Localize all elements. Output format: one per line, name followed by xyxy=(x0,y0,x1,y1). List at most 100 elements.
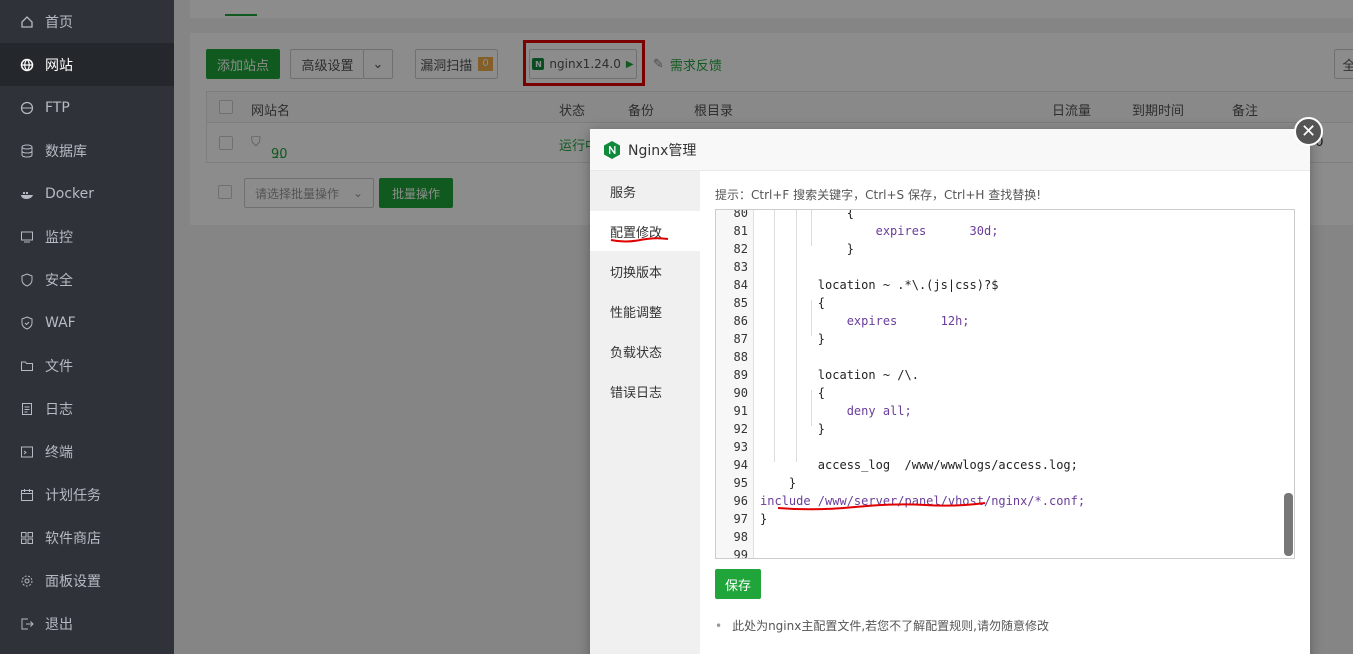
code-text: { xyxy=(760,296,826,310)
indent-guide xyxy=(811,390,812,426)
terminal-icon xyxy=(20,445,34,459)
dialog-tab-2[interactable]: 切换版本 xyxy=(590,251,700,291)
sidebar-item-label: Docker xyxy=(45,185,95,202)
line-number: 81 xyxy=(733,224,748,238)
code-line: 83 xyxy=(716,258,1294,276)
sidebar-item-label: 文件 xyxy=(45,358,73,375)
code-line: 84 location ~ .*\.(js|css)?$ xyxy=(716,276,1294,294)
line-number: 93 xyxy=(733,440,748,454)
sidebar-item-label: 日志 xyxy=(45,401,73,418)
sidebar-item-label: 安全 xyxy=(45,272,73,289)
line-number: 95 xyxy=(733,476,748,490)
sidebar-item-11[interactable]: 计划任务 xyxy=(0,473,174,516)
code-text: } xyxy=(760,332,826,346)
sidebar-item-13[interactable]: 面板设置 xyxy=(0,559,174,602)
sidebar-item-label: 面板设置 xyxy=(45,573,101,590)
code-text: access_log /www/wwwlogs/access.log; xyxy=(760,458,1078,472)
line-number: 86 xyxy=(733,314,748,328)
code-line: 87 } xyxy=(716,330,1294,348)
sidebar-item-7[interactable]: WAF xyxy=(0,301,174,344)
indent-guide xyxy=(796,210,797,462)
log-icon xyxy=(20,402,34,416)
shield-icon xyxy=(20,272,34,287)
code-text: location ~ /\. xyxy=(760,368,919,382)
code-line: 80 { xyxy=(716,209,1294,222)
home-icon xyxy=(20,15,34,29)
dialog-tab-3[interactable]: 性能调整 xyxy=(590,291,700,331)
dialog-tab-1[interactable]: 配置修改 xyxy=(590,211,700,251)
sidebar: 首页网站 FTP 数据库 Docker 监控安全 WAF 文件日志终端计划任务软件商店面板设… xyxy=(0,0,174,654)
globe-icon xyxy=(20,58,34,72)
folder-icon xyxy=(20,359,34,373)
sidebar-item-label: 监控 xyxy=(45,229,73,246)
line-number: 87 xyxy=(733,332,748,346)
save-button[interactable]: 保存 xyxy=(715,569,761,599)
sidebar-item-1[interactable]: 网站 xyxy=(0,43,174,86)
ftp-icon xyxy=(20,101,34,115)
code-text: } xyxy=(760,512,768,526)
code-line: 81 expires 30d; xyxy=(716,222,1294,240)
code-text: expires 12h; xyxy=(760,314,970,328)
code-text: } xyxy=(760,476,797,490)
sidebar-item-label: 数据库 xyxy=(45,143,87,160)
sidebar-item-6[interactable]: 安全 xyxy=(0,258,174,301)
indent-guide xyxy=(774,210,775,462)
sidebar-item-label: WAF xyxy=(45,314,76,331)
code-line: 88 xyxy=(716,348,1294,366)
docker-icon xyxy=(20,187,34,201)
code-line: 99 xyxy=(716,546,1294,559)
code-line: 94 access_log /www/wwwlogs/access.log; xyxy=(716,456,1294,474)
sidebar-item-label: 计划任务 xyxy=(45,487,101,504)
line-number: 91 xyxy=(733,404,748,418)
code-line: 93 xyxy=(716,438,1294,456)
sidebar-item-5[interactable]: 监控 xyxy=(0,215,174,258)
code-line: 95 } xyxy=(716,474,1294,492)
line-number: 97 xyxy=(733,512,748,526)
sidebar-item-label: 退出 xyxy=(45,616,73,633)
code-line: 85 { xyxy=(716,294,1294,312)
line-number: 83 xyxy=(733,260,748,274)
sidebar-item-4[interactable]: Docker xyxy=(0,172,174,215)
line-number: 99 xyxy=(733,548,748,559)
dialog-title: Nginx管理 xyxy=(628,142,697,159)
sidebar-item-3[interactable]: 数据库 xyxy=(0,129,174,172)
monitor-icon xyxy=(20,230,34,244)
dialog-tab-4[interactable]: 负载状态 xyxy=(590,331,700,371)
indent-guide xyxy=(811,210,812,246)
sidebar-item-9[interactable]: 日志 xyxy=(0,387,174,430)
line-number: 80 xyxy=(733,209,748,220)
sidebar-item-10[interactable]: 终端 xyxy=(0,430,174,473)
red-underline-annotation xyxy=(777,502,986,511)
nginx-icon xyxy=(604,140,620,159)
line-number: 85 xyxy=(733,296,748,310)
code-text: } xyxy=(760,422,826,436)
line-number: 89 xyxy=(733,368,748,382)
line-number: 96 xyxy=(733,494,748,508)
close-icon[interactable]: ✕ xyxy=(1294,117,1323,146)
code-line: 92 } xyxy=(716,420,1294,438)
sidebar-item-label: 网站 xyxy=(45,57,73,74)
sidebar-item-8[interactable]: 文件 xyxy=(0,344,174,387)
settings-icon xyxy=(20,574,34,588)
logout-icon xyxy=(20,617,34,631)
code-text: deny all; xyxy=(760,404,912,418)
line-number: 94 xyxy=(733,458,748,472)
code-text: { xyxy=(760,386,826,400)
sidebar-item-0[interactable]: 首页 xyxy=(0,0,174,43)
dialog-tab-0[interactable]: 服务 xyxy=(590,171,700,211)
code-line: 90 { xyxy=(716,384,1294,402)
nginx-manager-dialog: Nginx管理 服务 配置修改 切换版本 性能调整 负载状态 错误日志 提示：Ctrl+F… xyxy=(590,129,1310,654)
sidebar-item-14[interactable]: 退出 xyxy=(0,602,174,645)
sidebar-item-12[interactable]: 软件商店 xyxy=(0,516,174,559)
calendar-icon xyxy=(20,488,34,502)
dialog-body: 提示：Ctrl+F 搜索关键字，Ctrl+S 保存，Ctrl+H 查找替换! 8… xyxy=(715,171,1295,633)
code-line: 89 location ~ /\. xyxy=(716,366,1294,384)
dialog-tab-5[interactable]: 错误日志 xyxy=(590,371,700,411)
line-number: 98 xyxy=(733,530,748,544)
sidebar-item-label: 软件商店 xyxy=(45,530,101,547)
dialog-header: Nginx管理 xyxy=(590,129,1310,171)
code-line: 98 xyxy=(716,528,1294,546)
waf-icon xyxy=(20,315,34,330)
sidebar-item-2[interactable]: FTP xyxy=(0,86,174,129)
grid-icon xyxy=(20,531,34,545)
